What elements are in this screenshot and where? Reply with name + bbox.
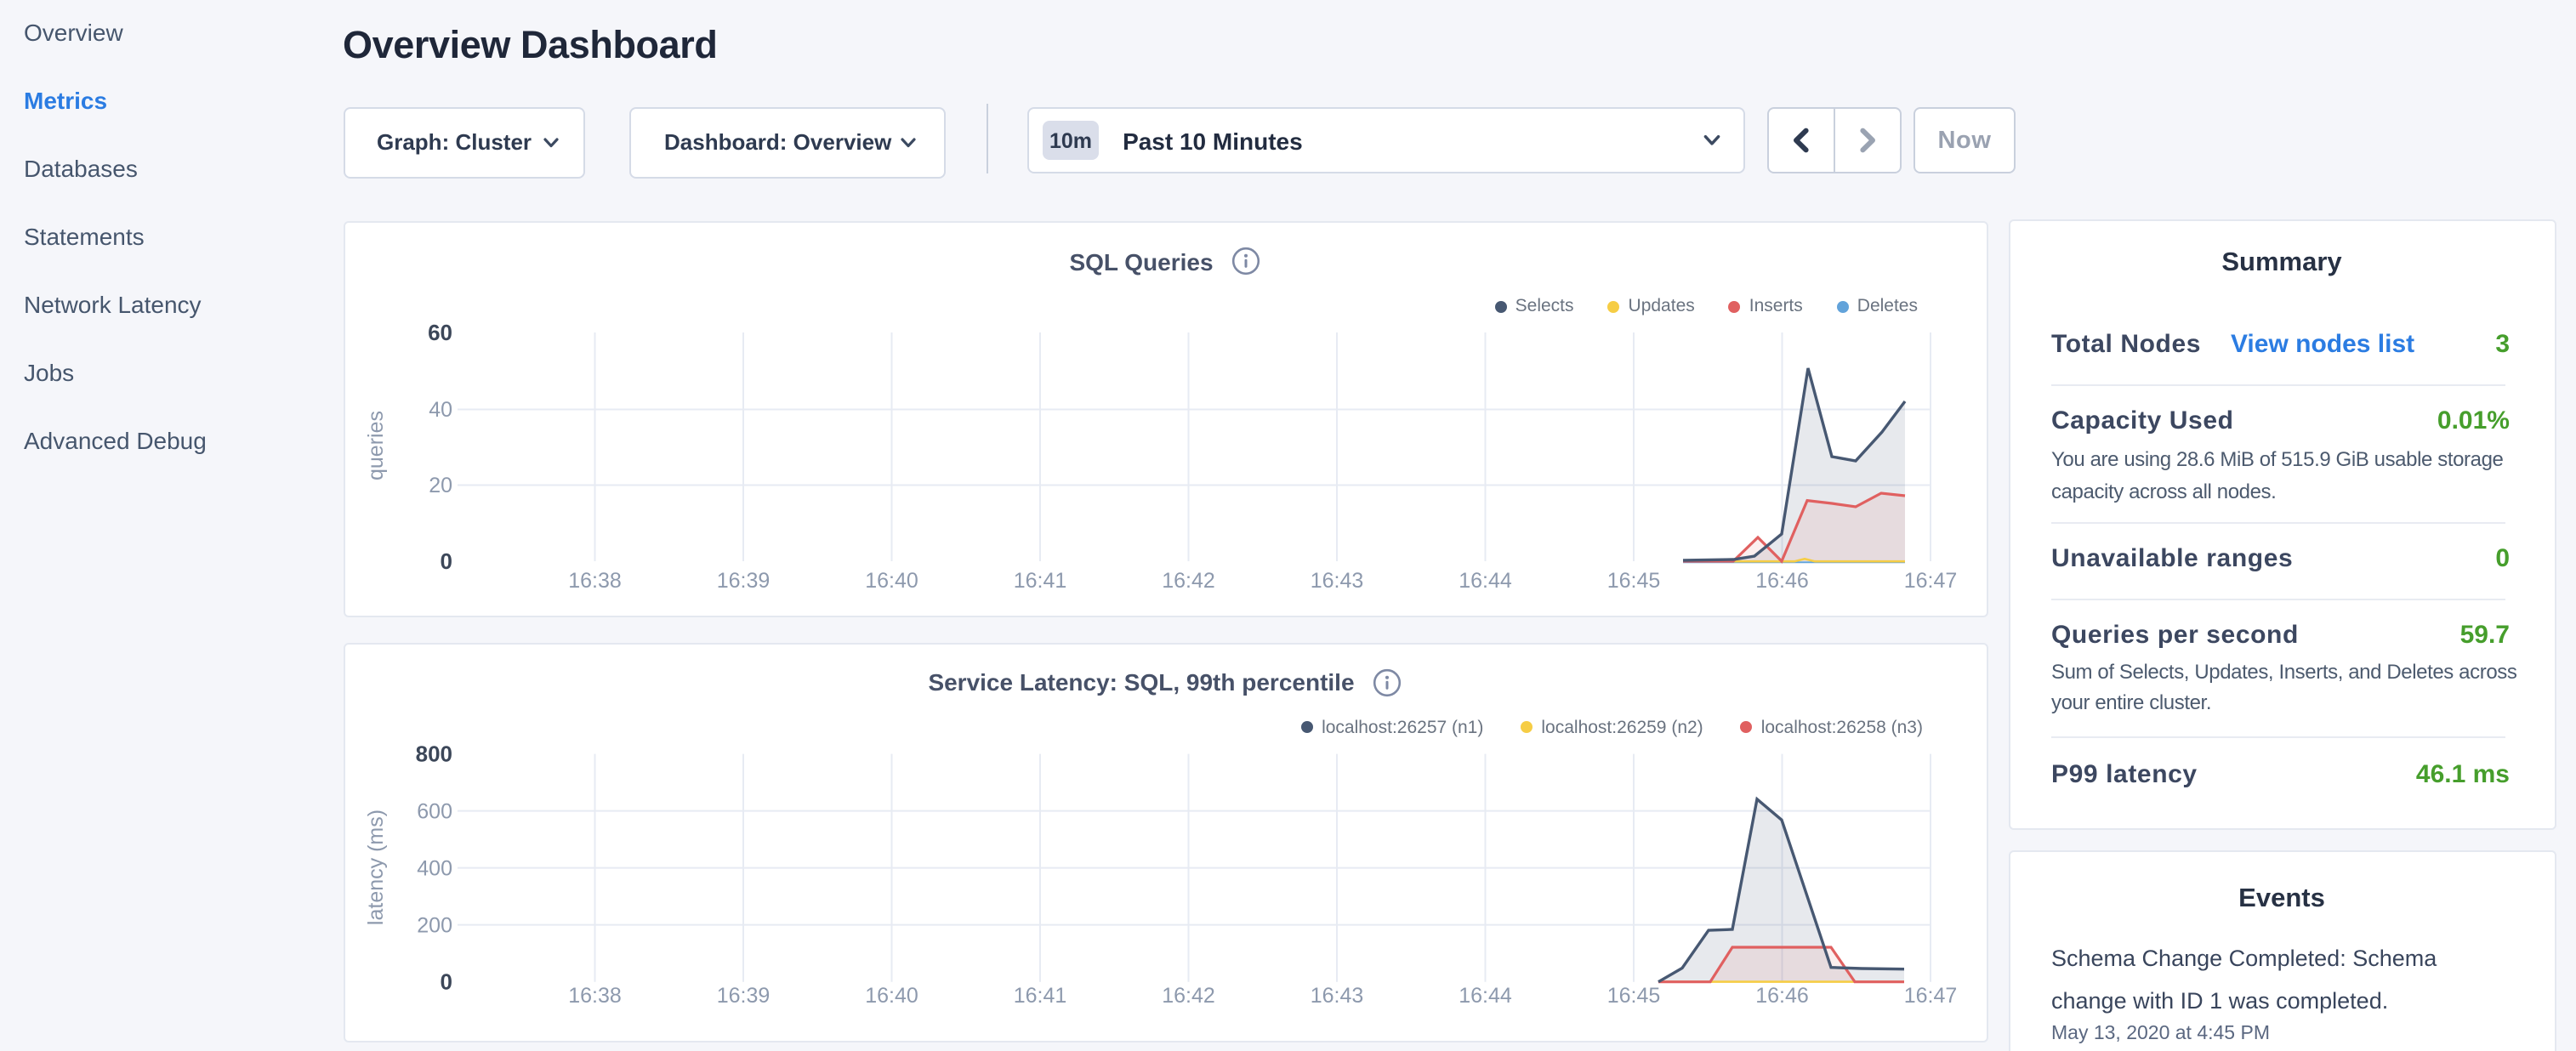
svg-text:40: 40: [428, 397, 452, 421]
svg-text:16:42: 16:42: [1161, 568, 1214, 592]
svg-text:16:46: 16:46: [1754, 983, 1808, 1007]
svg-text:16:43: 16:43: [1310, 983, 1363, 1007]
svg-text:queries: queries: [363, 410, 387, 480]
svg-text:latency (ms): latency (ms): [363, 809, 387, 924]
svg-text:16:46: 16:46: [1754, 568, 1808, 592]
svg-text:16:39: 16:39: [716, 983, 770, 1007]
svg-text:0: 0: [440, 969, 452, 994]
svg-text:16:45: 16:45: [1606, 568, 1660, 592]
svg-text:16:47: 16:47: [1903, 568, 1957, 592]
svg-text:16:38: 16:38: [567, 983, 621, 1007]
svg-text:200: 200: [416, 913, 452, 937]
svg-text:16:38: 16:38: [567, 568, 621, 592]
svg-text:16:39: 16:39: [716, 568, 770, 592]
svg-text:16:47: 16:47: [1903, 983, 1957, 1007]
svg-text:20: 20: [428, 473, 452, 497]
svg-text:16:40: 16:40: [864, 568, 918, 592]
svg-text:600: 600: [416, 799, 452, 823]
svg-text:60: 60: [427, 319, 452, 344]
svg-text:16:43: 16:43: [1310, 568, 1363, 592]
svg-text:800: 800: [415, 741, 452, 766]
svg-text:16:45: 16:45: [1606, 983, 1660, 1007]
svg-text:16:44: 16:44: [1458, 568, 1511, 592]
svg-text:0: 0: [440, 548, 452, 573]
svg-text:16:44: 16:44: [1458, 983, 1511, 1007]
svg-text:16:41: 16:41: [1013, 568, 1066, 592]
svg-text:16:40: 16:40: [864, 983, 918, 1007]
svg-text:16:42: 16:42: [1161, 983, 1214, 1007]
svg-text:400: 400: [416, 856, 452, 880]
svg-text:16:41: 16:41: [1013, 983, 1066, 1007]
